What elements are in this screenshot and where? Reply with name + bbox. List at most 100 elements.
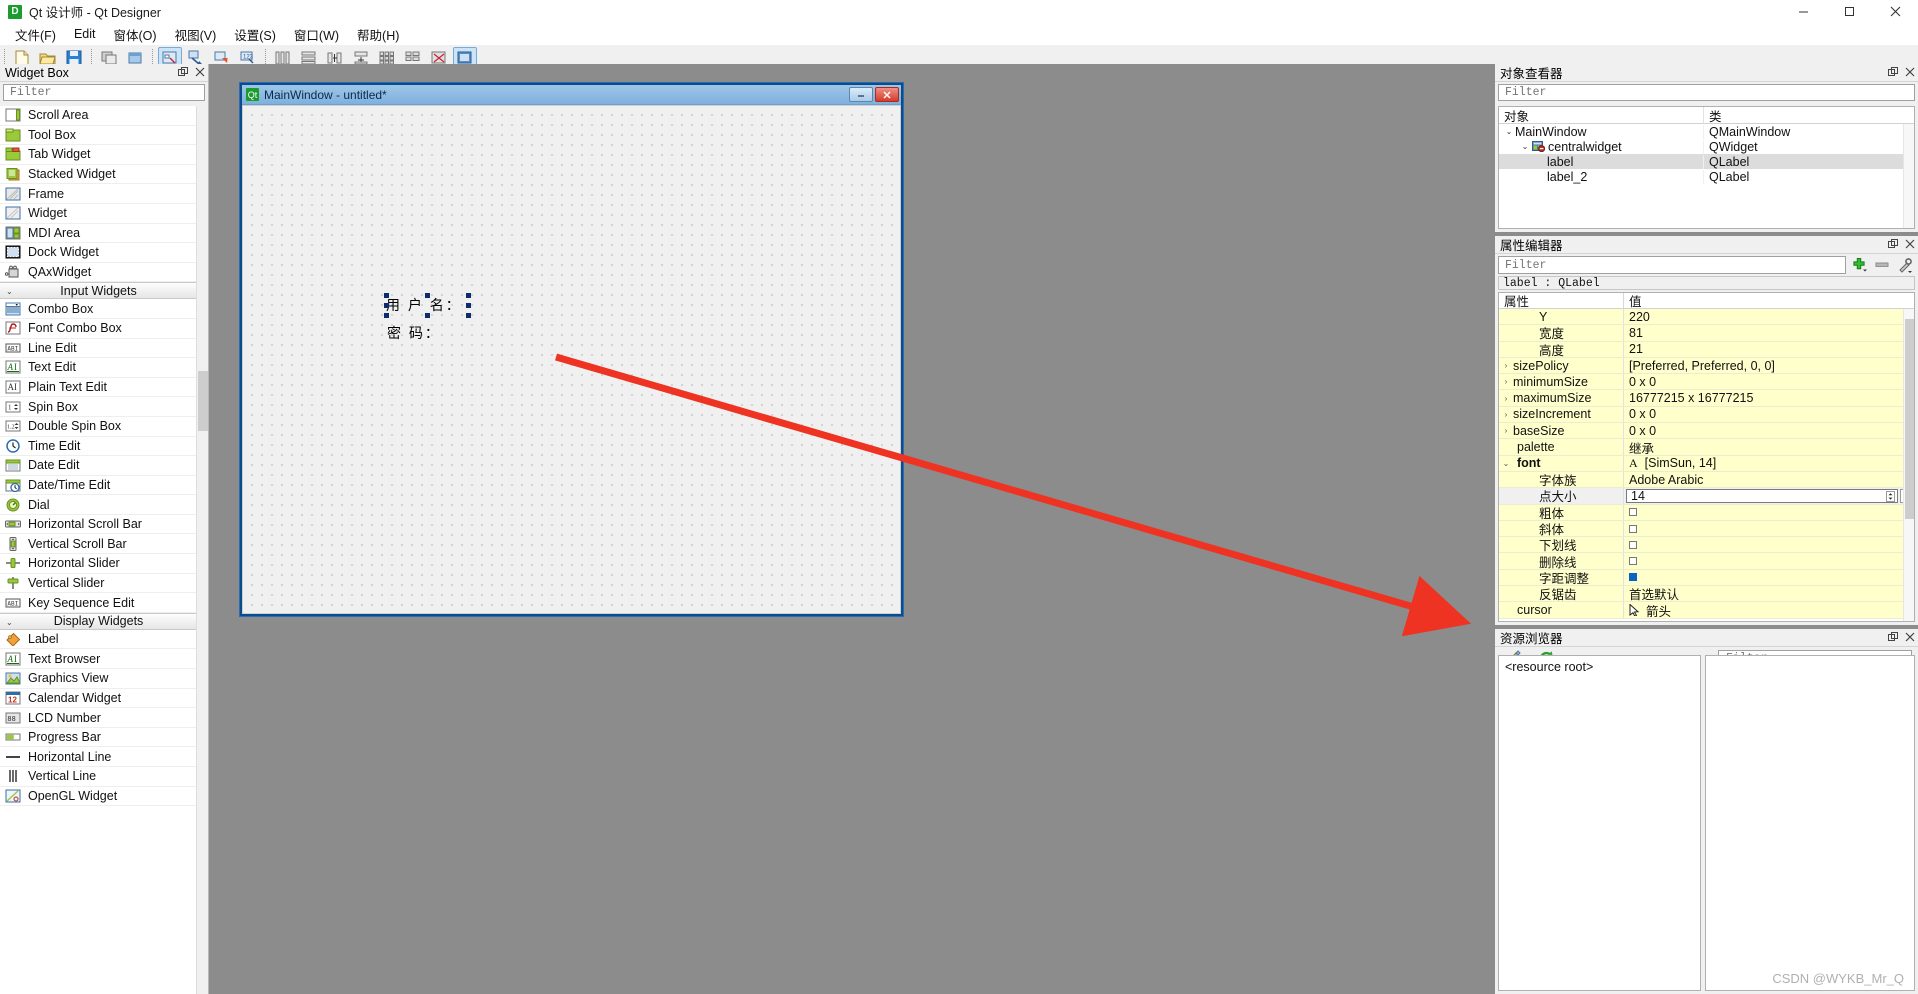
minimize-button[interactable] — [1780, 0, 1826, 23]
widget-item-label[interactable]: Label — [0, 630, 197, 650]
chevron-right-icon[interactable]: › — [1499, 426, 1513, 435]
widget-item-spin-box[interactable]: 1Spin Box — [0, 397, 197, 417]
property-row-minimumSize[interactable]: ›minimumSize0 x 0 — [1499, 374, 1914, 390]
object-inspector-row[interactable]: label_2QLabel — [1499, 169, 1914, 184]
property-row-粗体[interactable]: 粗体 — [1499, 505, 1914, 521]
widget-item-text-edit[interactable]: AIText Edit — [0, 358, 197, 378]
menu-form[interactable]: 窗体(O) — [105, 23, 166, 46]
form-close-button[interactable] — [875, 87, 899, 102]
resource-preview-pane[interactable] — [1705, 655, 1915, 991]
widget-item-horizontal-scroll-bar[interactable]: Horizontal Scroll Bar — [0, 515, 197, 535]
widget-box-scrollbar[interactable] — [196, 106, 208, 994]
widget-box-scroll-thumb[interactable] — [198, 371, 208, 431]
spin-arrows-icon[interactable] — [1886, 491, 1895, 502]
widget-item-vertical-line[interactable]: Vertical Line — [0, 767, 197, 787]
property-checkbox[interactable] — [1629, 508, 1637, 516]
chevron-right-icon[interactable]: › — [1499, 361, 1513, 370]
selection-handle-bl[interactable] — [384, 313, 389, 318]
widget-item-font-combo-box[interactable]: Font Combo Box — [0, 319, 197, 339]
property-row-删除线[interactable]: 删除线 — [1499, 553, 1914, 569]
property-value-cell[interactable] — [1624, 521, 1914, 536]
property-value-cell[interactable]: 0 x 0 — [1624, 407, 1914, 422]
property-editor-filter[interactable] — [1498, 256, 1846, 274]
widget-item-tool-box[interactable]: Tool Box — [0, 126, 197, 146]
selection-handle-tc[interactable] — [425, 293, 430, 298]
selection-handle-mr[interactable] — [466, 303, 471, 308]
property-checkbox[interactable] — [1629, 557, 1637, 565]
property-value-cell[interactable]: 箭头 — [1624, 602, 1914, 617]
widget-item-horizontal-slider[interactable]: Horizontal Slider — [0, 554, 197, 574]
widget-item-calendar-widget[interactable]: 12Calendar Widget — [0, 689, 197, 709]
widget-item-graphics-view[interactable]: Graphics View — [0, 669, 197, 689]
form-window[interactable]: Qt MainWindow - untitled* 用 户 名： — [240, 83, 903, 616]
widget-item-combo-box[interactable]: Combo Box — [0, 299, 197, 319]
widget-box-filter[interactable] — [3, 84, 205, 101]
property-row-反锯齿[interactable]: 反锯齿首选默认 — [1499, 586, 1914, 602]
close-dock-icon[interactable] — [194, 66, 205, 78]
selection-handle-tr[interactable] — [466, 293, 471, 298]
property-checkbox[interactable] — [1629, 541, 1637, 549]
property-row-cursor[interactable]: cursor箭头 — [1499, 602, 1914, 618]
menu-edit[interactable]: Edit — [65, 25, 105, 43]
form-central-widget[interactable]: 用 户 名： 密 码： — [242, 105, 901, 614]
widget-item-key-sequence-edit[interactable]: ABIKey Sequence Edit — [0, 593, 197, 613]
selection-handle-tl[interactable] — [384, 293, 389, 298]
widget-item-vertical-slider[interactable]: Vertical Slider — [0, 574, 197, 594]
property-row-font[interactable]: ⌄fontA[SimSun, 14] — [1499, 456, 1914, 472]
object-inspector-filter[interactable] — [1498, 84, 1915, 101]
property-row-字体族[interactable]: 字体族Adobe Arabic — [1499, 472, 1914, 488]
property-checkbox[interactable] — [1629, 573, 1637, 581]
property-value-cell[interactable]: 220 — [1624, 309, 1914, 324]
menu-window[interactable]: 窗口(W) — [285, 23, 348, 46]
widget-item-time-edit[interactable]: Time Edit — [0, 437, 197, 457]
chevron-down-icon[interactable]: ⌄ — [1499, 459, 1513, 468]
property-row-baseSize[interactable]: ›baseSize0 x 0 — [1499, 423, 1914, 439]
property-row-palette[interactable]: palette继承 — [1499, 439, 1914, 455]
property-row-斜体[interactable]: 斜体 — [1499, 521, 1914, 537]
widget-item-dock-widget[interactable]: Dock Widget — [0, 243, 197, 263]
chevron-right-icon[interactable]: › — [1499, 394, 1513, 403]
property-value-cell[interactable]: Adobe Arabic — [1624, 472, 1914, 487]
configure-icon[interactable] — [1895, 256, 1915, 274]
property-value-cell[interactable] — [1624, 537, 1914, 552]
widget-box-filter-input[interactable] — [8, 85, 204, 100]
property-value-cell[interactable]: 继承 — [1624, 439, 1914, 454]
widget-item-widget[interactable]: Widget — [0, 204, 197, 224]
property-value-cell[interactable] — [1624, 553, 1914, 568]
close-dock-icon[interactable] — [1904, 66, 1915, 78]
selection-handle-br[interactable] — [466, 313, 471, 318]
widget-item-opengl-widget[interactable]: OpenGL Widget — [0, 787, 197, 807]
chevron-right-icon[interactable]: › — [1499, 410, 1513, 419]
widget-item-stacked-widget[interactable]: Stacked Widget — [0, 165, 197, 185]
remove-property-icon[interactable] — [1872, 256, 1892, 274]
object-inspector-filter-input[interactable] — [1503, 85, 1914, 100]
property-editor-scrollbar[interactable] — [1903, 309, 1914, 621]
menu-view[interactable]: 视图(V) — [166, 23, 226, 46]
property-value-cell[interactable]: 14 — [1624, 488, 1914, 503]
property-value-cell[interactable]: 0 x 0 — [1624, 374, 1914, 389]
chevron-down-icon[interactable]: ⌄ — [1503, 127, 1515, 136]
widget-item-tab-widget[interactable]: Tab Widget — [0, 145, 197, 165]
menu-help[interactable]: 帮助(H) — [348, 23, 408, 46]
property-editor-scroll-thumb[interactable] — [1905, 319, 1914, 519]
widget-item-date-edit[interactable]: Date Edit — [0, 456, 197, 476]
float-dock-icon[interactable] — [177, 66, 188, 78]
property-row-Y[interactable]: Y220 — [1499, 309, 1914, 325]
widget-item-horizontal-line[interactable]: Horizontal Line — [0, 747, 197, 767]
widget-item-line-edit[interactable]: ABILine Edit — [0, 339, 197, 359]
widget-item-lcd-number[interactable]: 88LCD Number — [0, 708, 197, 728]
resource-tree[interactable]: <resource root> — [1498, 655, 1701, 991]
property-value-cell[interactable]: A[SimSun, 14] — [1624, 456, 1914, 471]
widget-item-mdi-area[interactable]: MDI Area — [0, 224, 197, 244]
point-size-input[interactable]: 14 — [1626, 489, 1898, 503]
object-inspector-row[interactable]: ⌄MainWindowQMainWindow — [1499, 124, 1914, 139]
form-minimize-button[interactable] — [849, 87, 873, 102]
property-value-cell[interactable]: 21 — [1624, 342, 1914, 357]
widget-category-input-widgets[interactable]: ⌄Input Widgets — [0, 282, 197, 299]
widget-item-frame[interactable]: Frame — [0, 184, 197, 204]
property-row-maximumSize[interactable]: ›maximumSize16777215 x 16777215 — [1499, 390, 1914, 406]
selection-handle-bc[interactable] — [425, 313, 430, 318]
property-value-cell[interactable]: 81 — [1624, 325, 1914, 340]
property-editor-filter-input[interactable] — [1503, 258, 1845, 273]
property-row-sizePolicy[interactable]: ›sizePolicy[Preferred, Preferred, 0, 0] — [1499, 358, 1914, 374]
